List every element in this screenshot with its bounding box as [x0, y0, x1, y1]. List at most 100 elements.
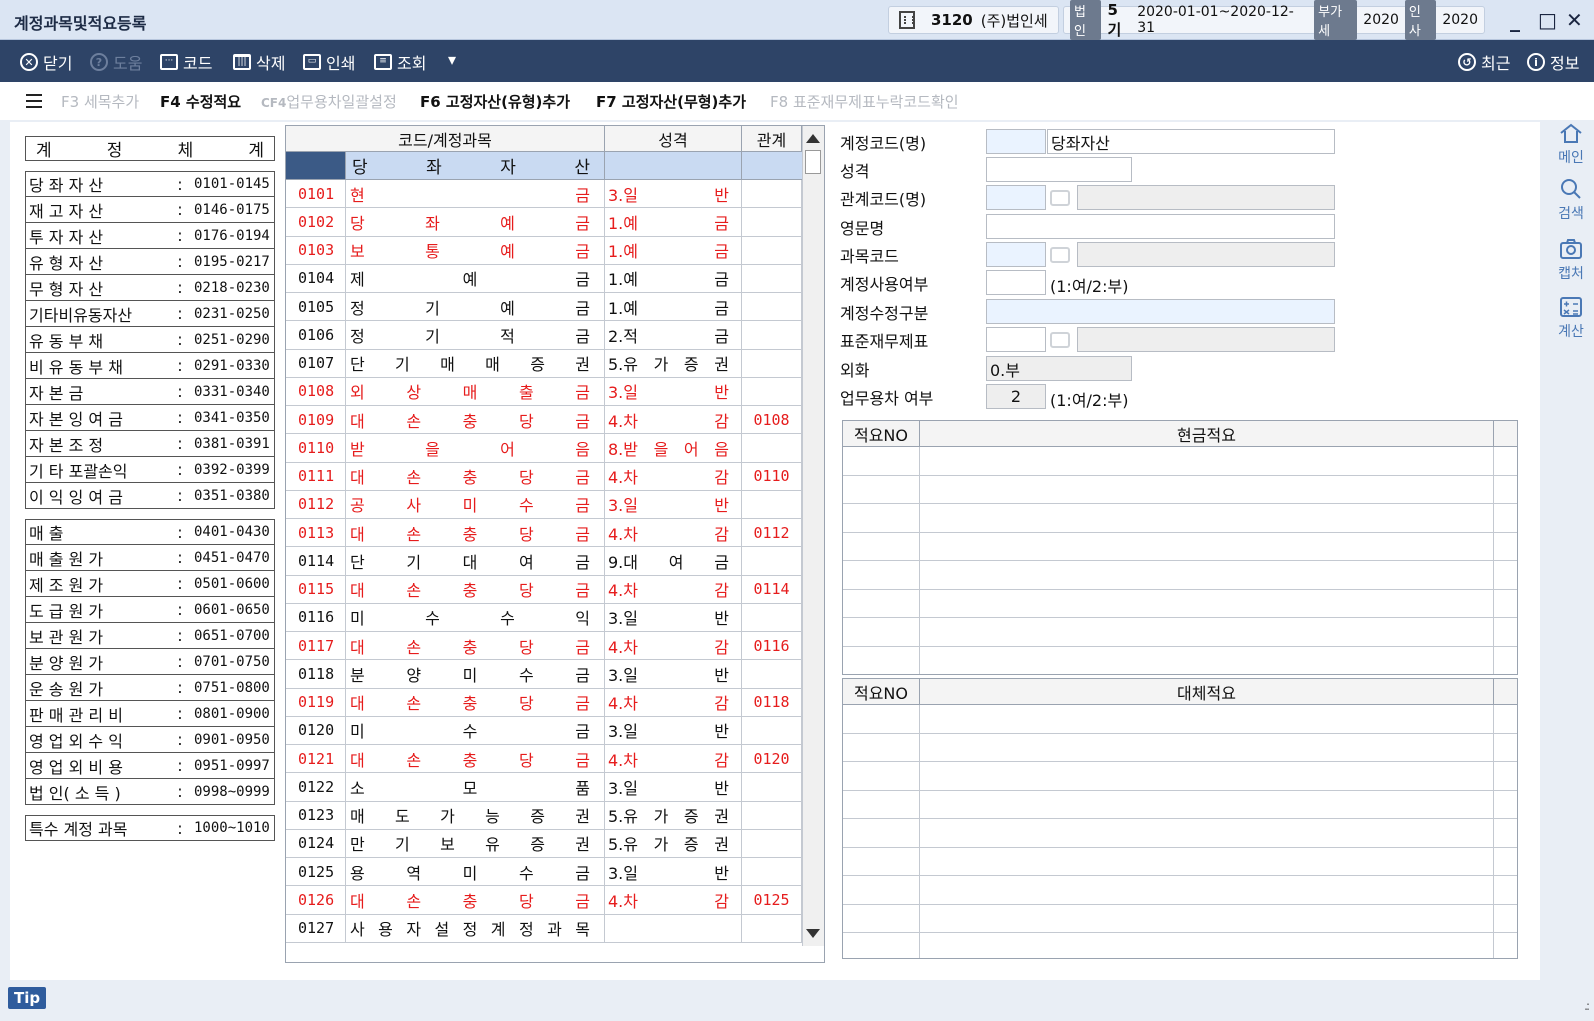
alt-memo-row[interactable] — [843, 790, 1517, 819]
alt-memo-text-cell[interactable] — [920, 904, 1494, 932]
table-row[interactable]: 0107 단 기 매 매 증 권 5.유 가 증 권 — [286, 349, 824, 378]
side-search-button[interactable]: 검색 — [1548, 178, 1594, 223]
f4-edit-memo[interactable]: F4 수정적요 — [160, 91, 241, 112]
account-relation-cell[interactable] — [742, 660, 802, 688]
account-name-cell[interactable]: 미수금 — [346, 716, 605, 744]
side-calc-button[interactable]: 계산 — [1548, 296, 1594, 341]
account-relation-cell[interactable] — [742, 490, 802, 518]
company-selector[interactable]: 3120 (주)법인세 — [888, 6, 1059, 34]
account-nature-cell[interactable]: 3.일 반 — [605, 377, 742, 405]
alt-memo-text-cell[interactable] — [920, 933, 1494, 958]
account-relation-cell[interactable] — [742, 180, 802, 208]
account-name-cell[interactable]: 미수수익 — [346, 603, 605, 631]
table-row[interactable]: 0101 현 금 3.일 반 — [286, 180, 824, 209]
account-nature-cell[interactable]: 4.차 감 — [605, 632, 742, 660]
alt-memo-row[interactable] — [843, 876, 1517, 905]
account-relation-cell[interactable] — [742, 829, 802, 857]
tip-button[interactable]: Tip — [8, 987, 47, 1009]
account-nature-cell[interactable]: 1.예 금 — [605, 208, 742, 236]
toolbar-dropdown[interactable]: ▾ — [448, 50, 456, 69]
table-row[interactable]: 0112 공 사 미 수 금 3.일 반 — [286, 490, 824, 519]
table-row[interactable]: 0113 대 손 충 당 금 4.차 감 0112 — [286, 519, 824, 548]
code-button[interactable]: ··· 코드 — [160, 50, 212, 74]
relation-lookup-icon[interactable] — [1050, 190, 1070, 206]
account-grid[interactable]: 코드/계정과목 성격 관계 당좌자산 0101 현 금 3.일 반 0102 당 좌 예 금 1.예… — [285, 125, 825, 963]
grid-section-row[interactable]: 당좌자산 — [286, 152, 824, 180]
cash-memo-grid[interactable]: 적요NO 현금적요 — [842, 420, 1518, 675]
account-code-cell[interactable]: 0123 — [286, 801, 346, 829]
print-button[interactable]: ▭ 인쇄 — [303, 50, 355, 74]
alt-memo-no-cell[interactable] — [843, 933, 920, 958]
cash-memo-no-cell[interactable] — [843, 447, 920, 475]
alt-memo-no-cell[interactable] — [843, 819, 920, 847]
alt-memo-row[interactable] — [843, 904, 1517, 933]
table-row[interactable]: 0121 대 손 충 당 금 4.차 감 0120 — [286, 745, 824, 774]
account-name-cell[interactable]: 대손충당금 — [346, 406, 605, 434]
table-row[interactable]: 0122 소 모 품 3.일 반 — [286, 773, 824, 802]
alt-memo-text-cell[interactable] — [920, 790, 1494, 818]
subject-code-input[interactable] — [986, 242, 1046, 267]
cf4-bulk-car-setting[interactable]: CF4업무용차일괄설정 — [261, 91, 397, 112]
account-code-cell[interactable]: 0104 — [286, 264, 346, 292]
account-nature-cell[interactable]: 3.일 반 — [605, 858, 742, 886]
account-relation-cell[interactable]: 0110 — [742, 462, 802, 490]
account-relation-cell[interactable]: 0118 — [742, 688, 802, 716]
cash-memo-text-cell[interactable] — [920, 646, 1494, 674]
table-row[interactable]: 0103 보 통 예 금 1.예 금 — [286, 236, 824, 265]
cash-memo-row[interactable] — [843, 504, 1517, 533]
table-row[interactable]: 0115 대 손 충 당 금 4.차 감 0114 — [286, 575, 824, 604]
account-nature-cell[interactable]: 4.차 감 — [605, 406, 742, 434]
account-code-cell[interactable]: 0107 — [286, 349, 346, 377]
account-relation-cell[interactable] — [742, 801, 802, 829]
account-code-cell[interactable]: 0103 — [286, 236, 346, 264]
account-code-cell[interactable]: 0117 — [286, 632, 346, 660]
recent-button[interactable]: ↺ 최근 — [1458, 50, 1510, 74]
table-row[interactable]: 0102 당 좌 예 금 1.예 금 — [286, 208, 824, 237]
alt-memo-no-cell[interactable] — [843, 847, 920, 875]
cash-memo-text-cell[interactable] — [920, 504, 1494, 532]
cash-memo-no-cell[interactable] — [843, 475, 920, 503]
table-row[interactable]: 0118 분 양 미 수 금 3.일 반 — [286, 660, 824, 689]
account-nature-cell[interactable]: 4.차 감 — [605, 575, 742, 603]
alt-memo-row[interactable] — [843, 933, 1517, 958]
account-name-cell[interactable]: 단기매매증권 — [346, 349, 605, 377]
account-code-cell[interactable]: 0112 — [286, 490, 346, 518]
account-name-cell[interactable]: 외상매출금 — [346, 377, 605, 405]
selected-code-cell[interactable] — [286, 152, 346, 179]
account-code-cell[interactable]: 0120 — [286, 716, 346, 744]
account-nature-cell[interactable]: 4.차 감 — [605, 519, 742, 547]
account-code-cell[interactable]: 0115 — [286, 575, 346, 603]
table-row[interactable]: 0111 대 손 충 당 금 4.차 감 0110 — [286, 462, 824, 491]
account-name-cell[interactable]: 용역미수금 — [346, 858, 605, 886]
account-relation-cell[interactable] — [742, 773, 802, 801]
table-row[interactable]: 0109 대 손 충 당 금 4.차 감 0108 — [286, 406, 824, 435]
cash-memo-row[interactable] — [843, 618, 1517, 647]
alt-memo-row[interactable] — [843, 762, 1517, 791]
info-button[interactable]: i 정보 — [1527, 50, 1579, 74]
account-name-cell[interactable]: 대손충당금 — [346, 632, 605, 660]
account-nature-cell[interactable]: 1.예 금 — [605, 293, 742, 321]
account-relation-cell[interactable]: 0108 — [742, 406, 802, 434]
account-name-cell[interactable]: 대손충당금 — [346, 462, 605, 490]
table-row[interactable]: 0114 단 기 대 여 금 9.대 여 금 — [286, 547, 824, 576]
table-row[interactable]: 0125 용 역 미 수 금 3.일 반 — [286, 858, 824, 887]
cash-memo-row[interactable] — [843, 532, 1517, 561]
account-code-cell[interactable]: 0114 — [286, 547, 346, 575]
alt-memo-no-cell[interactable] — [843, 705, 920, 733]
scroll-up-arrow-icon[interactable] — [806, 134, 820, 143]
account-relation-cell[interactable] — [742, 716, 802, 744]
account-relation-cell[interactable] — [742, 377, 802, 405]
account-nature-cell[interactable]: 4.차 감 — [605, 462, 742, 490]
maximize-button[interactable]: □ — [1538, 8, 1557, 32]
account-name-cell[interactable]: 대손충당금 — [346, 575, 605, 603]
table-row[interactable]: 0123 매 도 가 능 증 권 5.유 가 증 권 — [286, 801, 824, 830]
account-code-cell[interactable]: 0106 — [286, 321, 346, 349]
account-nature-cell[interactable]: 8.받 을 어 음 — [605, 434, 742, 462]
account-name-cell[interactable]: 만기보유증권 — [346, 829, 605, 857]
account-nature-cell[interactable]: 3.일 반 — [605, 660, 742, 688]
alt-memo-row[interactable] — [843, 733, 1517, 762]
alt-memo-no-cell[interactable] — [843, 876, 920, 904]
account-nature-cell[interactable]: 9.대 여 금 — [605, 547, 742, 575]
table-row[interactable]: 0104 제 예 금 1.예 금 — [286, 264, 824, 293]
account-name-cell[interactable]: 대손충당금 — [346, 519, 605, 547]
